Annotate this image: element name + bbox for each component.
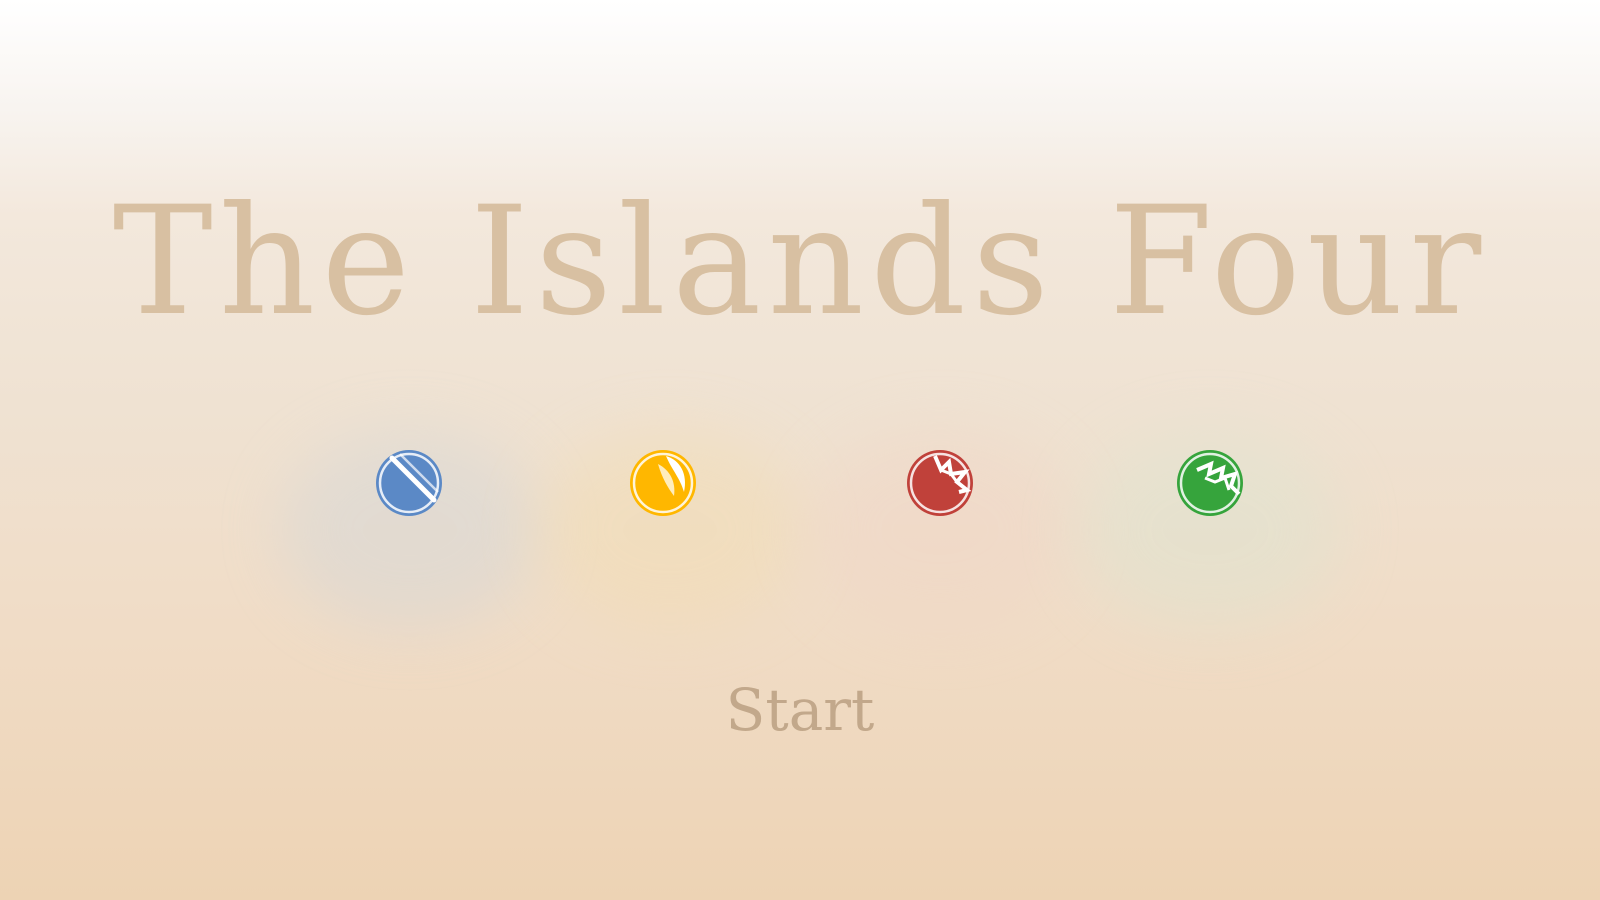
blue-island-icon	[374, 448, 444, 518]
red-island-icon	[905, 448, 975, 518]
green-island-icon	[1175, 448, 1245, 518]
game-title: The Islands Four	[112, 175, 1488, 349]
start-button[interactable]: Start	[0, 675, 1600, 745]
title-screen: The Islands Four Start	[0, 0, 1600, 900]
yellow-island-icon	[628, 448, 698, 518]
